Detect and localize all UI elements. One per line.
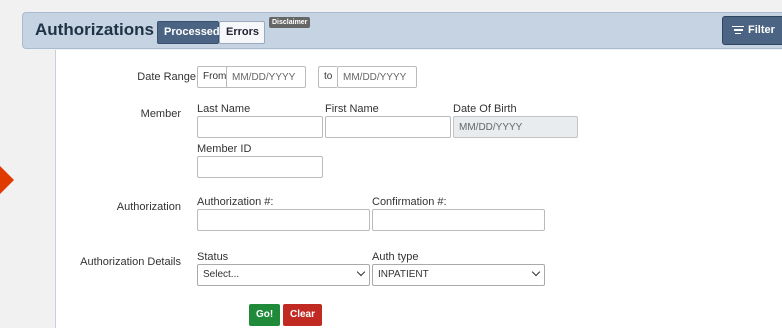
member-label: Member <box>140 108 181 120</box>
dob-input <box>453 116 578 138</box>
filter-button[interactable]: Filter <box>722 16 782 45</box>
status-select-value: Select... <box>203 269 240 280</box>
auth-type-select-value: INPATIENT <box>378 269 429 280</box>
status-label: Status <box>197 251 229 263</box>
confirmation-input[interactable] <box>372 209 545 231</box>
disclaimer-badge[interactable]: Disclaimer <box>269 17 311 28</box>
tab-processed[interactable]: Processed <box>157 21 220 44</box>
auth-number-input[interactable] <box>197 209 370 231</box>
dob-label: Date Of Birth <box>453 103 517 115</box>
filter-label: Filter <box>748 24 775 36</box>
date-to-input[interactable] <box>337 66 417 88</box>
go-button[interactable]: Go! <box>249 304 281 326</box>
page-title: Authorizations <box>35 20 154 39</box>
last-name-label: Last Name <box>197 103 251 115</box>
confirmation-label: Confirmation #: <box>372 196 447 208</box>
chevron-down-icon <box>356 267 366 277</box>
member-id-input[interactable] <box>197 156 323 178</box>
first-name-label: First Name <box>325 103 379 115</box>
to-addon: to <box>318 66 338 88</box>
pointer-arrow-icon <box>0 166 14 194</box>
page-header: Authorizations Processed Errors Disclaim… <box>22 12 782 49</box>
authorization-label: Authorization <box>116 201 181 213</box>
chevron-down-icon <box>531 267 541 277</box>
auth-type-label: Auth type <box>372 251 419 263</box>
status-select[interactable]: Select... <box>197 264 370 286</box>
member-id-label: Member ID <box>197 143 252 155</box>
tab-errors[interactable]: Errors <box>219 21 265 44</box>
search-form-panel: Date Range From to Member Last Name Firs… <box>55 50 782 328</box>
first-name-input[interactable] <box>325 116 451 138</box>
auth-number-label: Authorization #: <box>197 196 274 208</box>
auth-type-select[interactable]: INPATIENT <box>372 264 545 286</box>
filter-icon <box>732 24 744 37</box>
date-range-label: Date Range <box>137 71 196 83</box>
clear-button[interactable]: Clear <box>283 304 323 326</box>
last-name-input[interactable] <box>197 116 323 138</box>
authorization-details-label: Authorization Details <box>80 256 181 268</box>
date-from-input[interactable] <box>226 66 306 88</box>
